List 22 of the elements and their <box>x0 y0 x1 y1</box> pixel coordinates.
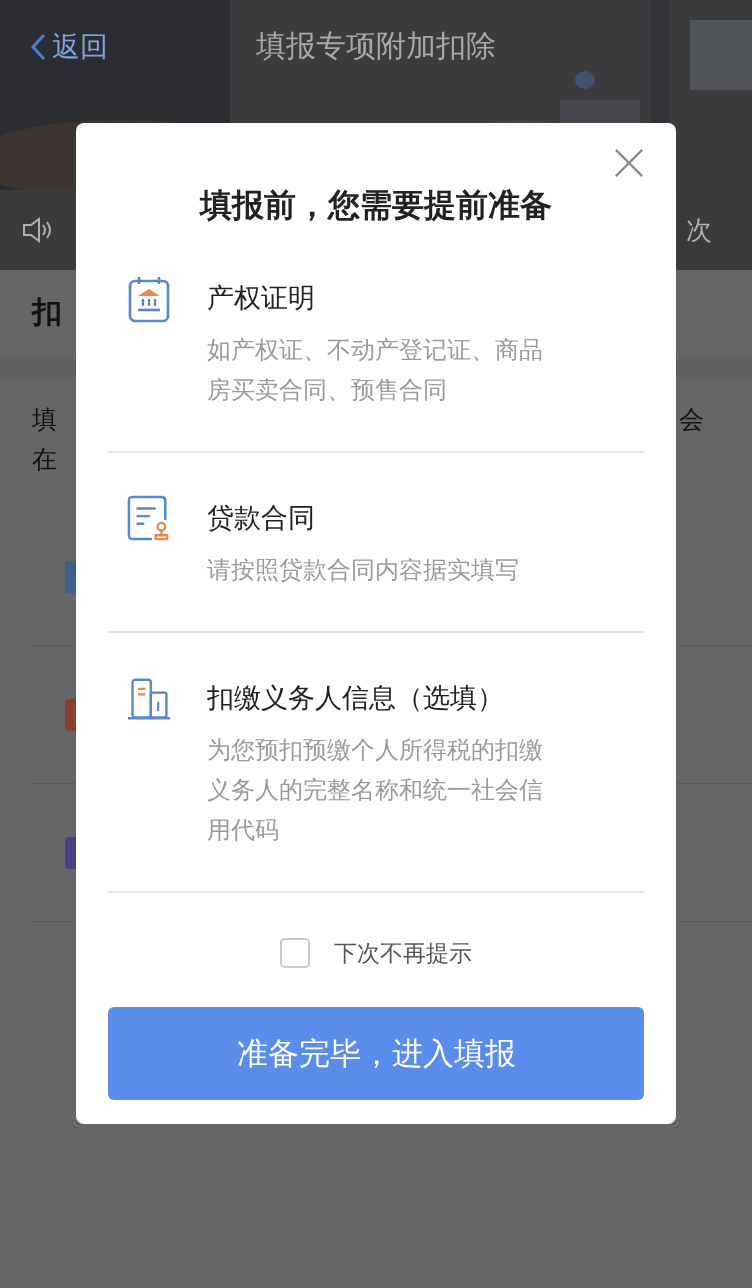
item-description: 如产权证、不动产登记证、商品房买卖合同、预售合同 <box>207 335 544 406</box>
back-link[interactable]: 返回 <box>30 28 108 66</box>
checkbox-label[interactable]: 下次不再提示 <box>334 937 472 969</box>
item-title: 贷款合同 <box>207 501 316 535</box>
section-title: 扣 <box>32 293 62 331</box>
item-title: 扣缴义务人信息（选填） <box>207 681 505 715</box>
confirm-button[interactable]: 准备完毕，进入填报 <box>108 1007 644 1100</box>
dialog-title: 填报前，您需要提前准备 <box>198 185 553 226</box>
checkbox[interactable] <box>280 938 310 968</box>
intro-text: 填 <box>32 404 57 436</box>
close-button[interactable] <box>612 146 646 180</box>
item-description: 请按照贷款合同内容据实填写 <box>207 555 520 586</box>
document-stamp-icon <box>127 495 171 543</box>
speaker-icon <box>22 216 54 244</box>
chevron-left-icon <box>30 33 46 61</box>
bank-icon <box>127 275 171 323</box>
intro-text: 在 <box>32 444 57 476</box>
page-title: 填报专项附加扣除 <box>256 26 496 65</box>
item-description: 为您预扣预缴个人所得税的扣缴义务人的完整名称和统一社会信用代码 <box>207 735 544 846</box>
item-title: 产权证明 <box>207 281 316 315</box>
audio-text: 次 <box>686 213 712 247</box>
intro-text: 会 <box>679 404 704 436</box>
